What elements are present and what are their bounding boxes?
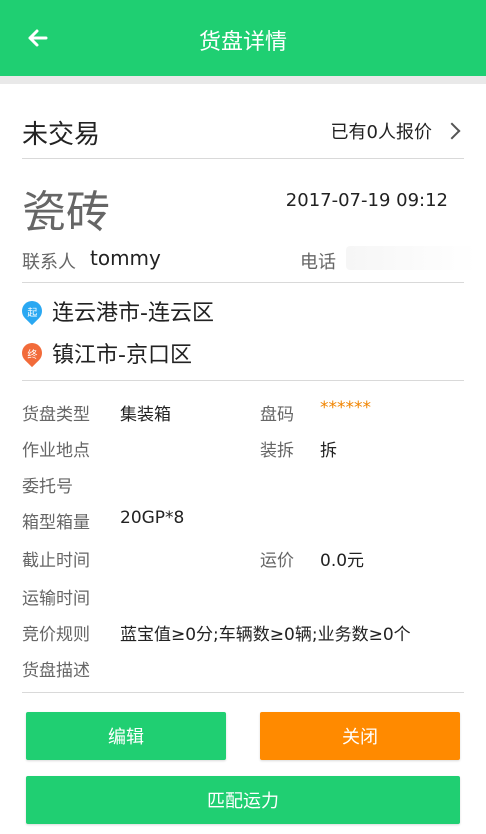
site-label: 作业地点 [22,441,90,461]
contact-label: 联系人 [22,252,76,273]
contact-name: tommy [90,246,161,270]
phone-value-redacted [346,246,476,270]
desc-label: 货盘描述 [22,661,90,681]
route-end: 终 镇江市-京口区 [17,338,192,368]
consign-label: 委托号 [22,477,73,497]
divider [22,158,464,159]
code-label: 盘码 [260,405,294,425]
phone-label: 电话 [300,252,336,273]
edit-button[interactable]: 编辑 [26,712,226,760]
quotes-link[interactable]: 已有0人报价 [330,118,461,144]
close-button[interactable]: 关闭 [260,712,460,760]
page-title: 货盘详情 [198,30,287,55]
header-bar: 货盘详情 [0,0,486,76]
divider [22,692,464,693]
type-value: 集装箱 [120,405,171,425]
price-label: 运价 [260,551,294,571]
start-location: 连云港市-连云区 [52,301,214,326]
trade-status: 未交易 [22,120,101,150]
chevron-right-icon [443,122,461,140]
box-label: 箱型箱量 [22,513,90,533]
unpack-value: 拆 [320,441,337,461]
publish-date: 2017-07-19 09:12 [285,190,448,211]
end-pin-icon: 终 [17,338,47,368]
divider [22,380,464,381]
detail-card: 未交易 已有0人报价 瓷砖 2017-07-19 09:12 联系人 tommy… [0,84,486,834]
goods-name: 瓷砖 [22,187,110,238]
divider [22,282,464,283]
transport-label: 运输时间 [22,589,90,609]
route-start: 起 连云港市-连云区 [17,296,214,326]
deadline-label: 截止时间 [22,551,90,571]
code-value: ****** [320,398,371,418]
type-label: 货盘类型 [22,405,90,425]
match-capacity-button[interactable]: 匹配运力 [26,776,460,824]
unpack-label: 装拆 [260,441,294,461]
price-value: 0.0元 [320,551,365,571]
bid-label: 竞价规则 [22,625,90,645]
box-value: 20GP*8 [120,508,185,528]
quotes-text: 已有0人报价 [330,122,432,143]
end-location: 镇江市-京口区 [52,343,192,368]
bid-value: 蓝宝值≥0分;车辆数≥0辆;业务数≥0个 [120,625,411,645]
start-pin-icon: 起 [17,296,47,326]
